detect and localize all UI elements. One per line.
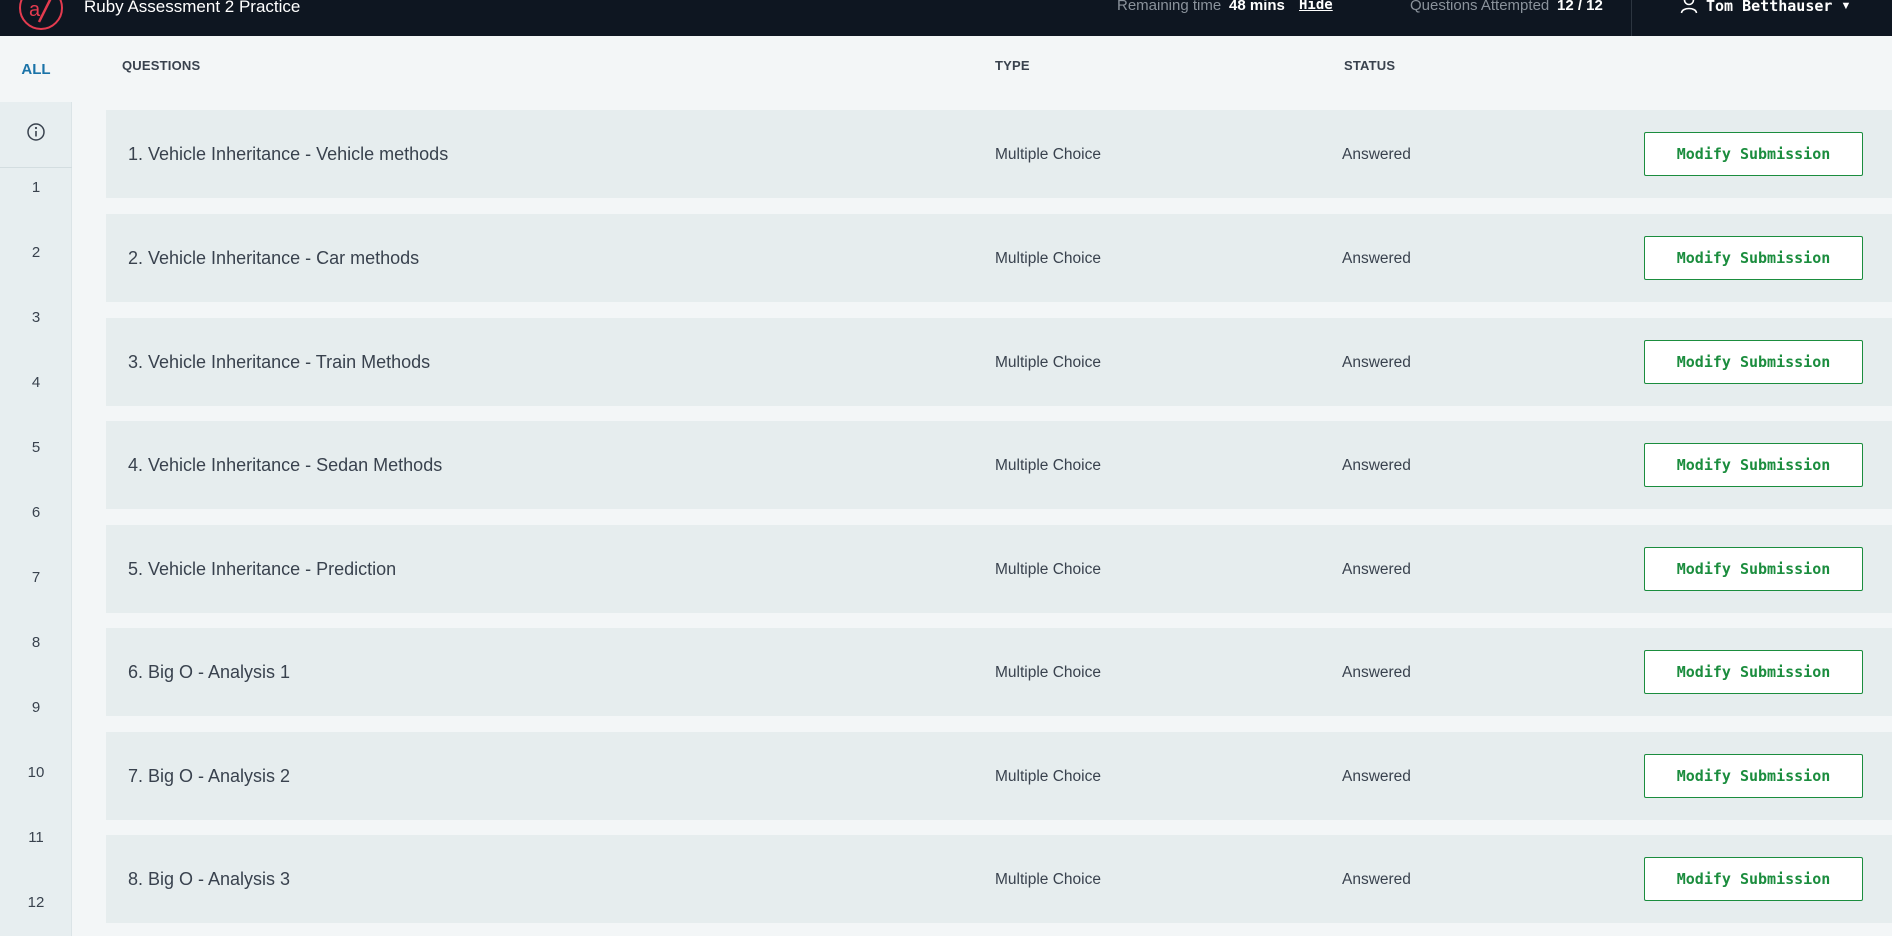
user-menu[interactable]: Tom Betthauser ▼ <box>1680 0 1851 17</box>
question-status: Answered <box>1342 664 1411 681</box>
question-status: Answered <box>1342 457 1411 474</box>
app-title: Ruby Assessment 2 Practice <box>84 0 301 16</box>
question-type: Multiple Choice <box>995 250 1101 267</box>
user-icon <box>1680 0 1698 19</box>
question-title[interactable]: 6. Big O - Analysis 1 <box>128 662 290 683</box>
question-type: Multiple Choice <box>995 354 1101 371</box>
question-title[interactable]: 1. Vehicle Inheritance - Vehicle methods <box>128 144 448 165</box>
remaining-time-label: Remaining time <box>1117 0 1222 14</box>
column-header-questions: QUESTIONS <box>122 58 201 73</box>
question-status: Answered <box>1342 561 1411 578</box>
top-bar: a Ruby Assessment 2 Practice Remaining t… <box>0 0 1892 36</box>
sidebar-item-10[interactable]: 10 <box>0 758 72 788</box>
info-icon <box>26 122 46 147</box>
sidebar-item-9[interactable]: 9 <box>0 693 72 723</box>
sidebar-item-info[interactable] <box>0 102 72 168</box>
question-type: Multiple Choice <box>995 871 1101 888</box>
question-type: Multiple Choice <box>995 768 1101 785</box>
question-row[interactable]: 7. Big O - Analysis 2 Multiple Choice An… <box>106 732 1892 820</box>
modify-submission-button[interactable]: Modify Submission <box>1644 340 1863 384</box>
column-header-status: STATUS <box>1344 58 1396 73</box>
question-type: Multiple Choice <box>995 457 1101 474</box>
sidebar-item-5[interactable]: 5 <box>0 433 72 463</box>
column-header-type: TYPE <box>995 58 1030 73</box>
user-name: Tom Betthauser <box>1706 0 1833 15</box>
question-row[interactable]: 5. Vehicle Inheritance - Prediction Mult… <box>106 525 1892 613</box>
question-title[interactable]: 2. Vehicle Inheritance - Car methods <box>128 248 419 269</box>
sidebar-item-8[interactable]: 8 <box>0 628 72 658</box>
sidebar-item-6[interactable]: 6 <box>0 498 72 528</box>
question-title[interactable]: 4. Vehicle Inheritance - Sedan Methods <box>128 455 442 476</box>
sidebar-item-1[interactable]: 1 <box>0 173 72 203</box>
header-divider <box>1631 0 1632 36</box>
question-row[interactable]: 8. Big O - Analysis 3 Multiple Choice An… <box>106 835 1892 923</box>
question-status: Answered <box>1342 768 1411 785</box>
question-type: Multiple Choice <box>995 146 1101 163</box>
questions-attempted-label: Questions Attempted <box>1410 0 1550 14</box>
sidebar-item-all[interactable]: ALL <box>0 36 72 102</box>
question-title[interactable]: 5. Vehicle Inheritance - Prediction <box>128 559 396 580</box>
questions-attempted-value: 12 / 12 <box>1557 0 1603 14</box>
remaining-time-value: 48 mins <box>1229 0 1285 14</box>
question-status: Answered <box>1342 354 1411 371</box>
modify-submission-button[interactable]: Modify Submission <box>1644 547 1863 591</box>
question-row[interactable]: 4. Vehicle Inheritance - Sedan Methods M… <box>106 421 1892 509</box>
modify-submission-button[interactable]: Modify Submission <box>1644 650 1863 694</box>
sidebar-item-4[interactable]: 4 <box>0 368 72 398</box>
question-type: Multiple Choice <box>995 664 1101 681</box>
hide-timer-link[interactable]: Hide <box>1299 0 1333 13</box>
sidebar-item-11[interactable]: 11 <box>0 823 72 853</box>
sidebar-item-2[interactable]: 2 <box>0 238 72 268</box>
svg-text:a: a <box>29 0 41 21</box>
question-row[interactable]: 6. Big O - Analysis 1 Multiple Choice An… <box>106 628 1892 716</box>
question-status: Answered <box>1342 250 1411 267</box>
question-row[interactable]: 2. Vehicle Inheritance - Car methods Mul… <box>106 214 1892 302</box>
modify-submission-button[interactable]: Modify Submission <box>1644 236 1863 280</box>
chevron-down-icon: ▼ <box>1840 0 1852 12</box>
question-title[interactable]: 8. Big O - Analysis 3 <box>128 869 290 890</box>
logo-icon: a <box>19 0 63 30</box>
modify-submission-button[interactable]: Modify Submission <box>1644 132 1863 176</box>
modify-submission-button[interactable]: Modify Submission <box>1644 754 1863 798</box>
question-sidebar: ALL 1 2 3 4 5 6 7 8 9 10 11 12 <box>0 36 72 936</box>
question-title[interactable]: 3. Vehicle Inheritance - Train Methods <box>128 352 430 373</box>
question-status: Answered <box>1342 871 1411 888</box>
question-row[interactable]: 1. Vehicle Inheritance - Vehicle methods… <box>106 110 1892 198</box>
question-status: Answered <box>1342 146 1411 163</box>
modify-submission-button[interactable]: Modify Submission <box>1644 443 1863 487</box>
sidebar-item-7[interactable]: 7 <box>0 563 72 593</box>
sidebar-item-12[interactable]: 12 <box>0 888 72 918</box>
question-type: Multiple Choice <box>995 561 1101 578</box>
modify-submission-button[interactable]: Modify Submission <box>1644 857 1863 901</box>
sidebar-item-3[interactable]: 3 <box>0 303 72 333</box>
question-row[interactable]: 3. Vehicle Inheritance - Train Methods M… <box>106 318 1892 406</box>
question-title[interactable]: 7. Big O - Analysis 2 <box>128 766 290 787</box>
